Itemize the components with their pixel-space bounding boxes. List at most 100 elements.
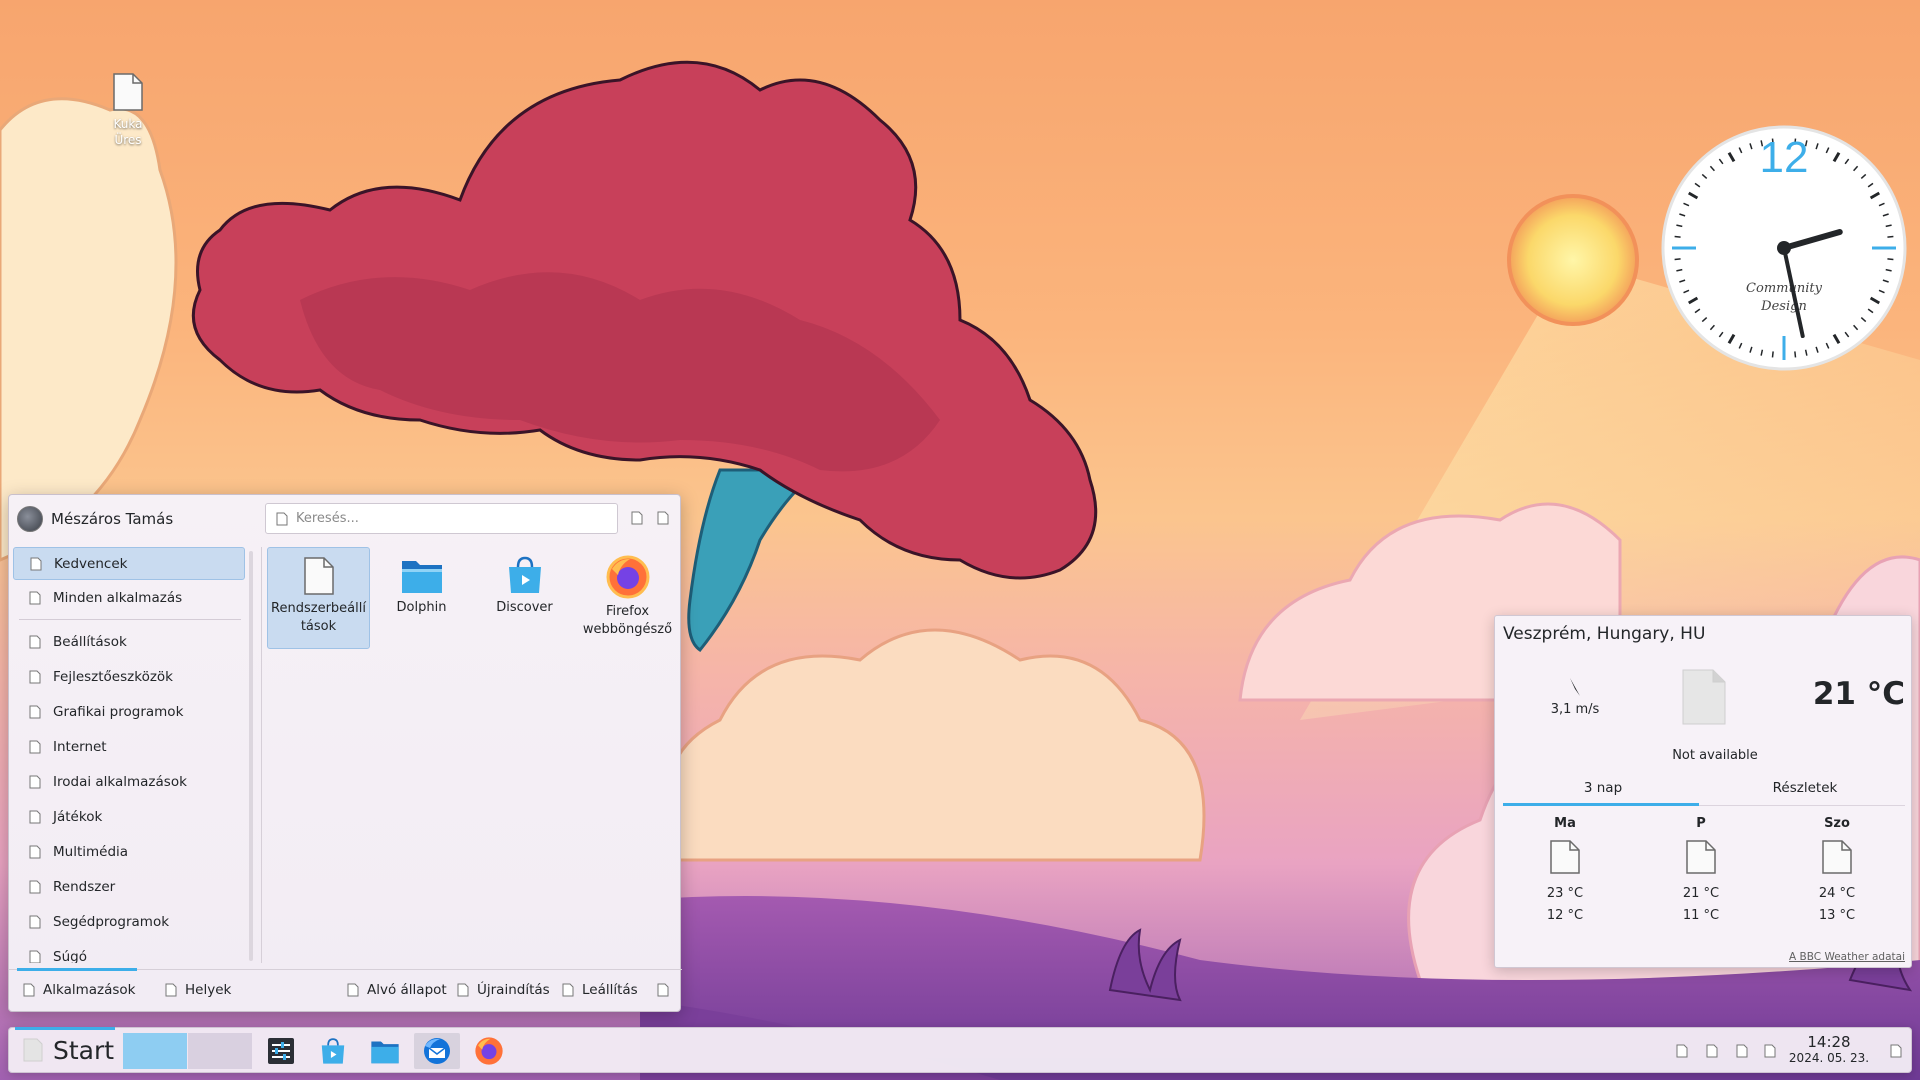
- day-low: 13 °C: [1818, 908, 1856, 923]
- category-all-apps[interactable]: Minden alkalmazás: [13, 581, 245, 614]
- day-name: Szo: [1824, 816, 1850, 831]
- tab-applications[interactable]: Alkalmazások: [23, 973, 135, 1007]
- forecast-icon: [1550, 840, 1580, 874]
- start-button[interactable]: Start: [15, 1031, 121, 1069]
- category-settings[interactable]: Beállítások: [13, 625, 245, 658]
- restart-label: Újraindítás: [477, 982, 550, 998]
- category-office[interactable]: Irodai alkalmazások: [13, 765, 245, 798]
- tray-icon: [1676, 1044, 1688, 1058]
- taskbar-clock-time[interactable]: 14:28: [1779, 1034, 1879, 1050]
- taskbar-thunderbird[interactable]: [414, 1033, 460, 1069]
- active-tab-indicator: [17, 968, 137, 971]
- tab-places[interactable]: Helyek: [165, 973, 231, 1007]
- taskbar-discover[interactable]: [310, 1033, 356, 1069]
- taskbar: Start 14:28 2024. 05. 23.: [8, 1027, 1912, 1073]
- category-games[interactable]: Játékok: [13, 800, 245, 833]
- tray-icon: [1706, 1044, 1718, 1058]
- category-label: Minden alkalmazás: [53, 589, 183, 606]
- launcher-divider: [261, 547, 262, 963]
- shutdown-label: Leállítás: [582, 982, 638, 998]
- day-name: P: [1696, 816, 1706, 831]
- thunderbird-icon: [424, 1038, 450, 1064]
- category-label: Internet: [53, 738, 107, 755]
- virtual-desktop-1[interactable]: [123, 1033, 187, 1069]
- pin-icon: [657, 511, 669, 525]
- search-box[interactable]: [265, 503, 618, 534]
- user-avatar[interactable]: [17, 506, 43, 532]
- weather-condition-icon: [1682, 669, 1726, 725]
- restart-button[interactable]: Újraindítás: [457, 973, 550, 1007]
- wind-direction-icon: [1570, 678, 1580, 696]
- category-favorites[interactable]: Kedvencek: [13, 547, 245, 580]
- document-icon: [303, 557, 334, 595]
- category-scrollbar[interactable]: [249, 551, 253, 961]
- category-label: Kedvencek: [54, 555, 128, 572]
- category-multimedia[interactable]: Multimédia: [13, 835, 245, 868]
- app-label-line1: Discover: [496, 600, 553, 615]
- category-icon: [29, 705, 41, 718]
- trash-icon: [113, 73, 143, 111]
- category-graphics[interactable]: Grafikai programok: [13, 695, 245, 728]
- tray-item[interactable]: [1701, 1040, 1723, 1062]
- weather-credit-link[interactable]: A BBC Weather adatai: [1789, 951, 1905, 963]
- tray-item[interactable]: [1731, 1040, 1753, 1062]
- tab-details[interactable]: Részletek: [1705, 780, 1905, 796]
- analog-clock: 12 Community Design: [1660, 124, 1908, 372]
- tab-label: Helyek: [185, 982, 232, 998]
- category-development[interactable]: Fejlesztőeszközök: [13, 660, 245, 693]
- discover-icon: [321, 1038, 345, 1064]
- category-icon: [29, 740, 41, 753]
- search-input[interactable]: [296, 511, 596, 526]
- category-icon: [29, 880, 41, 893]
- taskbar-dolphin[interactable]: [362, 1033, 408, 1069]
- restart-icon: [457, 983, 469, 997]
- day-name: Ma: [1554, 816, 1576, 831]
- show-desktop-button[interactable]: [1885, 1040, 1907, 1062]
- tab-forecast[interactable]: 3 nap: [1503, 780, 1703, 796]
- category-help[interactable]: Súgó: [13, 940, 245, 963]
- dolphin-icon: [371, 1041, 399, 1064]
- start-active-indicator: [15, 1027, 115, 1030]
- weather-wind: 3,1 m/s: [1535, 676, 1615, 717]
- category-icon: [29, 670, 41, 683]
- configure-button[interactable]: [627, 508, 647, 528]
- app-label-line1: Firefox: [605, 604, 650, 619]
- taskbar-system-monitor[interactable]: [258, 1033, 304, 1069]
- sleep-label: Alvó állapot: [367, 982, 447, 998]
- category-utilities[interactable]: Segédprogramok: [13, 905, 245, 938]
- weather-location: Veszprém, Hungary, HU: [1503, 624, 1706, 644]
- clock-tick: [1674, 235, 1681, 238]
- tray-item[interactable]: [1671, 1040, 1693, 1062]
- category-internet[interactable]: Internet: [13, 730, 245, 763]
- clock-tick: [1794, 351, 1797, 358]
- desktop-trash[interactable]: Kuka Üres: [92, 72, 164, 148]
- pin-button[interactable]: [653, 508, 673, 528]
- shutdown-button[interactable]: Leállítás: [562, 973, 638, 1007]
- tray-item[interactable]: [1759, 1040, 1781, 1062]
- app-system-settings[interactable]: Rendszerbeállí tások: [267, 547, 370, 649]
- category-icon: [29, 775, 41, 788]
- forecast-day: P 21 °C 11 °C: [1641, 816, 1761, 927]
- taskbar-firefox[interactable]: [466, 1033, 512, 1069]
- app-dolphin[interactable]: Dolphin: [370, 547, 473, 649]
- app-firefox[interactable]: Firefox webböngésző: [576, 547, 679, 649]
- show-desktop-icon: [1890, 1044, 1902, 1058]
- forecast-icon: [1822, 840, 1852, 874]
- category-label: Játékok: [53, 808, 103, 825]
- category-label: Segédprogramok: [53, 913, 170, 930]
- app-discover[interactable]: Discover: [473, 547, 576, 649]
- virtual-desktop-2[interactable]: [188, 1033, 252, 1069]
- sleep-icon: [347, 983, 359, 997]
- category-system[interactable]: Rendszer: [13, 870, 245, 903]
- user-header[interactable]: Mészáros Tamás: [17, 505, 173, 533]
- configure-icon: [631, 511, 643, 525]
- category-label: Grafikai programok: [53, 703, 184, 720]
- taskbar-clock-date[interactable]: 2024. 05. 23.: [1779, 1051, 1879, 1065]
- sleep-button[interactable]: Alvó állapot: [347, 973, 447, 1007]
- more-power-button[interactable]: [657, 973, 669, 1007]
- category-icon: [29, 635, 41, 648]
- places-icon: [165, 983, 177, 997]
- category-list: Kedvencek Minden alkalmazás Beállítások …: [13, 547, 245, 963]
- clock-tick: [1771, 351, 1774, 358]
- tray-icon: [1736, 1044, 1748, 1058]
